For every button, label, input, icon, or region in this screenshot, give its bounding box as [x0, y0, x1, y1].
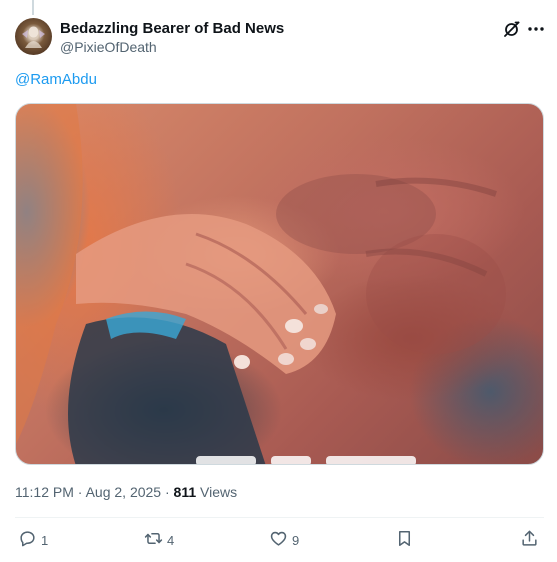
share-icon: [520, 529, 539, 551]
action-bar: 1 4 9: [15, 528, 544, 552]
meta-separator: ·: [77, 484, 83, 500]
bookmark-button[interactable]: [395, 528, 414, 552]
bookmark-icon: [395, 529, 414, 551]
post-date[interactable]: Aug 2, 2025: [86, 484, 162, 500]
repost-count: 4: [167, 532, 175, 548]
repost-icon: [144, 529, 163, 551]
grok-icon[interactable]: [502, 19, 522, 39]
post-media[interactable]: [15, 103, 544, 465]
divider: [15, 517, 544, 518]
share-button[interactable]: [520, 528, 539, 552]
post-time[interactable]: 11:12 PM: [15, 484, 74, 500]
mention-link[interactable]: @RamAbdu: [15, 71, 97, 88]
views-label: Views: [200, 484, 238, 500]
views-count[interactable]: 811: [174, 484, 197, 500]
more-icon[interactable]: [526, 19, 546, 39]
post-header: Bedazzling Bearer of Bad News @PixieOfDe…: [15, 17, 545, 59]
author-names: Bedazzling Bearer of Bad News @PixieOfDe…: [60, 19, 284, 56]
heart-icon: [269, 529, 288, 551]
reply-count: 1: [41, 532, 49, 548]
meta-separator: ·: [164, 484, 170, 500]
author-handle[interactable]: @PixieOfDeath: [60, 38, 284, 56]
post-metadata: 11:12 PM · Aug 2, 2025 · 811 Views: [15, 483, 237, 501]
post-text: @RamAbdu: [15, 70, 97, 90]
reply-icon: [18, 529, 37, 551]
like-button[interactable]: 9: [269, 528, 299, 552]
avatar[interactable]: [15, 18, 52, 55]
repost-button[interactable]: 4: [144, 528, 174, 552]
author-display-name[interactable]: Bedazzling Bearer of Bad News: [60, 19, 284, 38]
reply-button[interactable]: 1: [18, 528, 48, 552]
thread-connector-line: [32, 0, 34, 15]
like-count: 9: [292, 532, 300, 548]
media-image: [16, 104, 506, 464]
